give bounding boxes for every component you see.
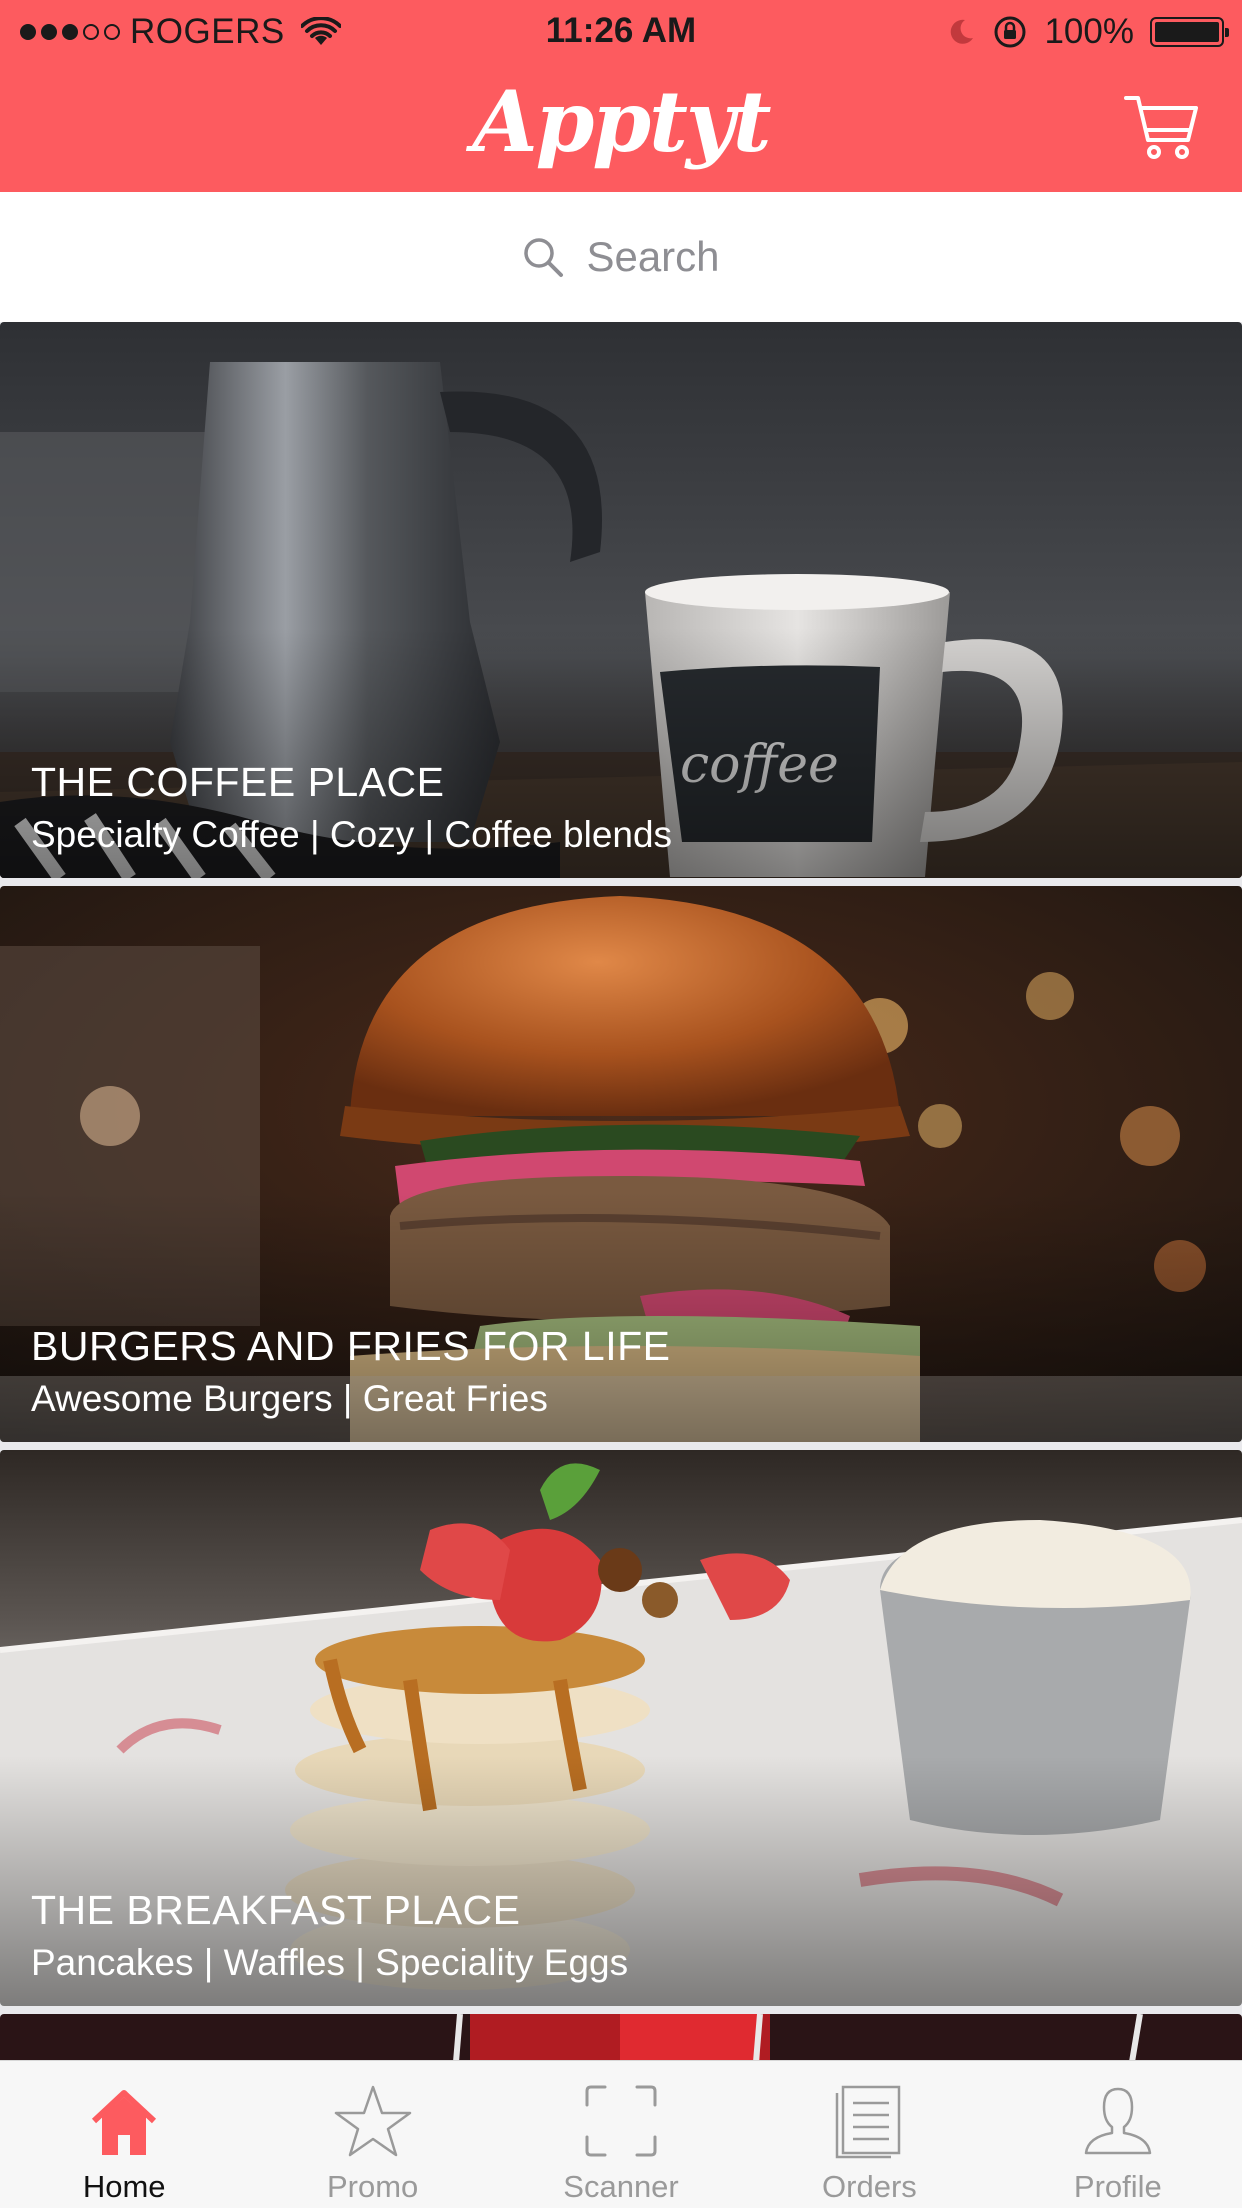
battery-percent: 100% [1044, 12, 1134, 51]
restaurant-card[interactable]: coffee THE COFFEE PLACE Specialty Coffee… [0, 322, 1242, 878]
tab-promo[interactable]: Promo [248, 2061, 496, 2208]
card-tags: Specialty Coffee | Cozy | Coffee blends [31, 814, 673, 855]
rotation-lock-icon [994, 16, 1026, 48]
tab-home-label: Home [82, 2169, 166, 2204]
brand-logo: Apptyt [472, 72, 771, 171]
card-tags: Pancakes | Waffles | Speciality Eggs [31, 1942, 629, 1983]
restaurant-card[interactable]: THE BREAKFAST PLACE Pancakes | Waffles |… [0, 1450, 1242, 2006]
home-icon [92, 2090, 157, 2155]
battery-icon [1150, 17, 1229, 47]
app-header: ROGERS 11:26 AM 100% Apptyt [0, 0, 1242, 192]
tab-promo-label: Promo [326, 2169, 419, 2204]
card-title: THE COFFEE PLACE [31, 759, 445, 805]
moon-icon [951, 19, 974, 44]
orders-icon [836, 2085, 901, 2159]
tab-scanner[interactable]: Scanner [497, 2061, 745, 2208]
scanner-icon [585, 2085, 657, 2157]
card-tags: Awesome Burgers | Great Fries [31, 1378, 548, 1419]
tab-home[interactable]: Home [0, 2061, 248, 2208]
search-icon [524, 238, 564, 277]
tab-profile-label: Profile [1073, 2169, 1162, 2204]
star-icon [334, 2085, 411, 2157]
tab-orders-label: Orders [822, 2169, 917, 2204]
tab-profile[interactable]: Profile [994, 2061, 1242, 2208]
search-bar[interactable]: Search [0, 192, 1242, 322]
card-title: THE BREAKFAST PLACE [31, 1887, 521, 1933]
tab-orders[interactable]: Orders [745, 2061, 993, 2208]
card-title: BURGERS AND FRIES FOR LIFE [31, 1323, 671, 1369]
profile-icon [1084, 2087, 1152, 2155]
tab-scanner-label: Scanner [563, 2169, 679, 2204]
search-input[interactable]: Search [586, 233, 719, 281]
status-bar: ROGERS 11:26 AM 100% [0, 0, 1242, 62]
cart-icon[interactable] [1122, 86, 1202, 166]
tab-bar: Home Promo Scanner Orders Profile [0, 2060, 1242, 2208]
restaurant-card[interactable]: BURGERS AND FRIES FOR LIFE Awesome Burge… [0, 886, 1242, 1442]
nav-bar: Apptyt [0, 62, 1242, 192]
